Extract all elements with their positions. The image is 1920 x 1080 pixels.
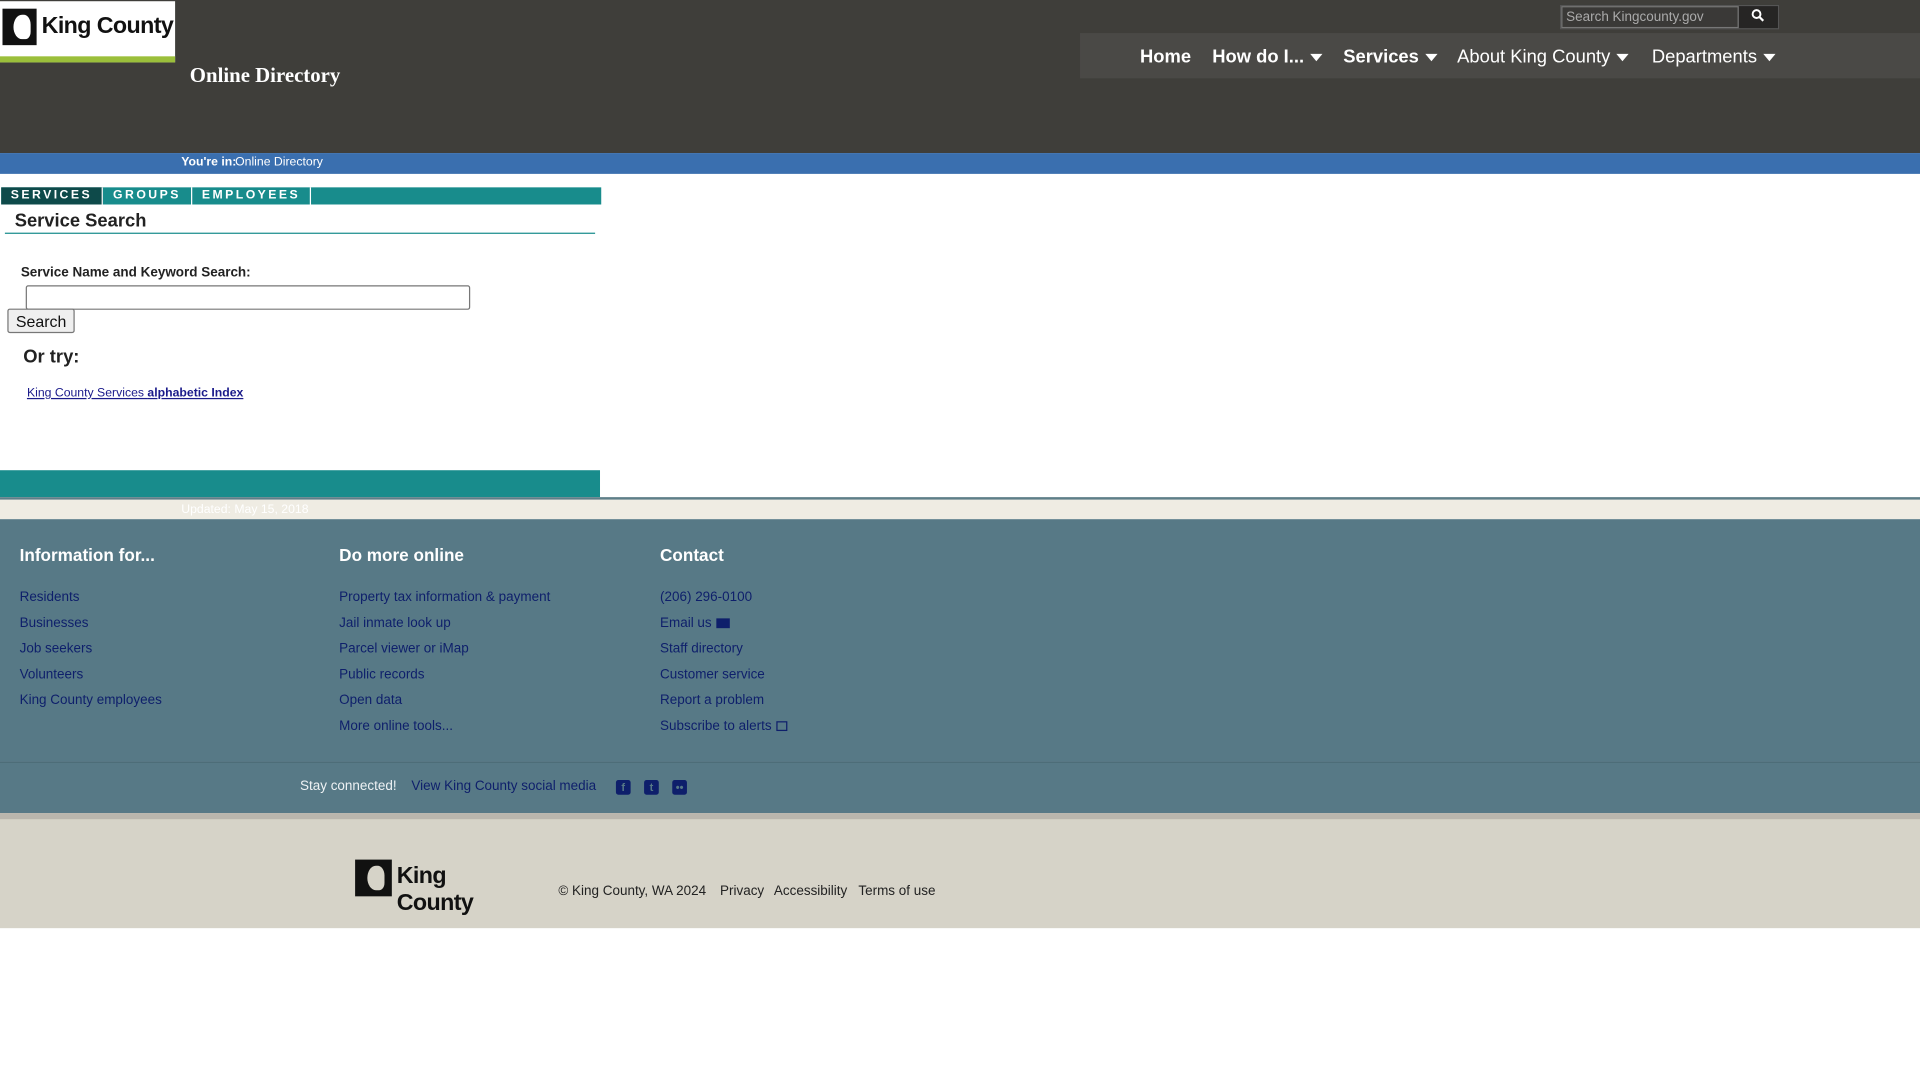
terms-link[interactable]: Terms of use [858,884,935,899]
bottom-footer: King County © King County, WA 2024 Priva… [0,813,1920,929]
alphabetic-index-link[interactable]: King County Services alphabetic Index [27,387,243,400]
nav-about[interactable]: About King County [1457,33,1629,78]
site-header: King County Online Directory Home How do… [0,0,1920,154]
footer-link-customer-service[interactable]: Customer service [660,667,765,682]
footer-link-volunteers[interactable]: Volunteers [20,667,84,682]
social-bar: Stay connected! View King County social … [0,761,1920,814]
footer-link-job-seekers[interactable]: Job seekers [20,642,93,657]
accessibility-link[interactable]: Accessibility [774,884,847,899]
nav-departments[interactable]: Departments [1652,33,1776,78]
footer-link-jail-inmate[interactable]: Jail inmate look up [339,616,451,631]
nav-how-do-i[interactable]: How do I... [1212,33,1323,78]
nav-label: How do I... [1212,46,1305,68]
or-try-heading: Or try: [23,346,80,368]
main-nav: Home How do I... Services About King Cou… [1080,33,1920,79]
caret-down-icon [1310,53,1323,62]
copyright-text: © King County, WA 2024 [558,884,707,899]
breadcrumb-current[interactable]: Online Directory [235,156,323,169]
footer-link-property-tax[interactable]: Property tax information & payment [339,590,550,605]
nav-label: About King County [1457,46,1611,68]
footer-link-email[interactable]: Email us [660,615,731,631]
directory-tabs: SERVICES GROUPS EMPLOYEES [1,187,602,205]
footer-link-businesses[interactable]: Businesses [20,616,89,631]
footer-link-public-records[interactable]: Public records [339,667,424,682]
email-label: Email us [660,615,712,631]
updated-strip: Updated: May 15, 2018 [0,497,1920,520]
index-link-bold: alphabetic Index [147,386,244,401]
footer-link-subscribe[interactable]: Subscribe to alerts [660,718,788,734]
king-county-logo[interactable]: King County [0,1,176,63]
facebook-icon[interactable]: f [615,780,631,795]
mlk-logo-icon [2,8,37,46]
nav-label: Home [1140,46,1192,68]
footer-link-residents[interactable]: Residents [20,590,80,605]
search-button[interactable]: Search [7,308,75,334]
nav-home[interactable]: Home [1140,33,1191,78]
footer-link-employees[interactable]: King County employees [20,693,162,708]
caret-down-icon [1616,53,1629,62]
section-divider [4,232,596,234]
logo-text: King County [41,13,174,40]
tab-services[interactable]: SERVICES [1,187,103,205]
mlk-logo-icon [355,859,392,897]
keyword-search-input[interactable] [25,285,471,310]
breadcrumb: You're in: Online Directory [0,153,1920,174]
flickr-icon[interactable]: •• [672,780,687,795]
tab-employees[interactable]: EMPLOYEES [192,187,312,205]
nav-label: Services [1343,46,1419,68]
stay-connected-text: Stay connected! [300,778,397,794]
nav-label: Departments [1651,46,1758,68]
keyword-label: Service Name and Keyword Search: [20,265,251,281]
social-media-link[interactable]: View King County social media [411,779,596,794]
content-footer-bar [0,470,601,498]
footer-link-more-tools[interactable]: More online tools... [339,719,453,734]
index-link-prefix: King County Services [26,386,145,401]
footer-link-phone[interactable]: (206) 296-0100 [660,590,752,605]
footer-contact-title: Contact [660,544,724,565]
envelope-icon [716,618,731,629]
section-title: Service Search [14,210,147,232]
twitter-icon[interactable]: t [644,780,659,795]
footer-link-report-problem[interactable]: Report a problem [660,693,764,708]
footer-link-parcel-viewer[interactable]: Parcel viewer or iMap [339,642,469,657]
footer-logo-text: King County [396,863,474,916]
footer-link-staff-directory[interactable]: Staff directory [660,642,743,657]
page: King County Online Directory Home How do… [0,0,1920,1080]
subscribe-label: Subscribe to alerts [660,718,772,734]
caret-down-icon [1424,53,1438,62]
search-icon[interactable] [1736,6,1778,28]
footer-info-title: Information for... [19,544,155,565]
updated-date: Updated: May 15, 2018 [181,503,309,517]
privacy-link[interactable]: Privacy [720,884,764,899]
page-title: Online Directory [189,63,341,87]
footer-logo[interactable]: King County [355,859,526,916]
nav-services[interactable]: Services [1343,33,1438,78]
caret-down-icon [1763,53,1776,62]
site-search-input[interactable] [1561,6,1739,29]
tab-groups[interactable]: GROUPS [103,187,193,205]
footer-link-open-data[interactable]: Open data [339,693,402,708]
site-footer: Information for... Residents Businesses … [0,519,1920,762]
footer-online-title: Do more online [339,544,464,565]
external-link-icon [776,721,788,732]
breadcrumb-label: You're in: [181,155,237,169]
